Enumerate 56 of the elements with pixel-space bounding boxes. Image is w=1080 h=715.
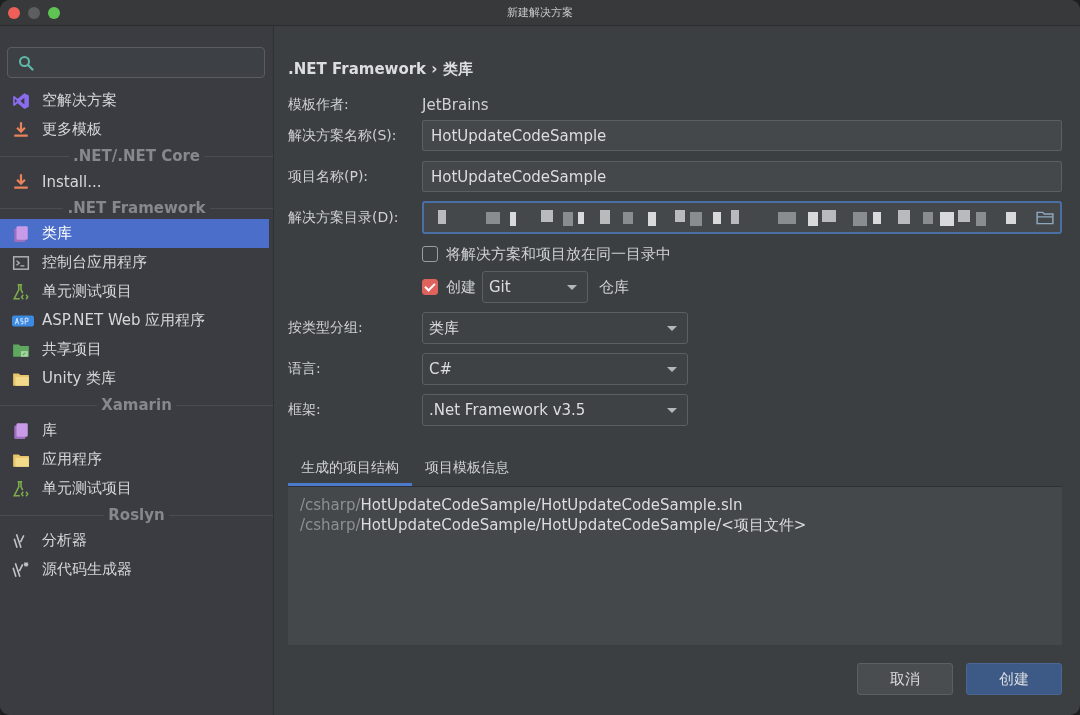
download-icon <box>12 120 30 139</box>
breadcrumb: .NET Framework › 类库 <box>288 60 474 80</box>
sidebar-item[interactable]: 库 <box>0 416 269 445</box>
sidebar-item[interactable]: 空解决方案 <box>0 86 269 115</box>
terminal-icon <box>12 253 30 272</box>
field-label: 项目名称(P): <box>288 167 370 186</box>
vs-logo-icon <box>12 91 30 110</box>
lambda-sparkle-icon <box>12 560 30 579</box>
author-value: JetBrains <box>422 96 489 114</box>
path-line: /csharp/HotUpdateCodeSample/HotUpdateCodeSample.sln <box>300 495 744 515</box>
checkbox[interactable] <box>422 279 438 295</box>
path-line: /csharp/HotUpdateCodeSample/HotUpdateCodeSample/<项目文件> <box>300 515 808 535</box>
flask-icon <box>12 479 30 498</box>
section-header: Roslyn <box>104 505 169 524</box>
flask-icon <box>12 282 30 301</box>
checkbox-label: 创建 <box>446 277 476 297</box>
book-icon <box>12 224 30 243</box>
field-label: 按类型分组: <box>288 319 364 337</box>
sidebar-item[interactable]: 共享项目 <box>0 335 269 364</box>
sidebar-item[interactable]: Install... <box>0 167 269 196</box>
sidebar-item[interactable]: 更多模板 <box>0 115 269 144</box>
field-label: 模板作者: <box>288 96 350 114</box>
checkbox[interactable] <box>422 246 438 262</box>
search-icon <box>18 54 34 71</box>
sidebar-item[interactable]: Unity 类库 <box>0 364 269 393</box>
vcs-dropdown[interactable]: Git <box>482 271 588 303</box>
create-button[interactable]: 创建 <box>966 663 1062 695</box>
field-label: 解决方案目录(D): <box>288 208 400 227</box>
sidebar-item[interactable]: ASP.NET Web 应用程序 <box>0 306 269 335</box>
field-label: 解决方案名称(S): <box>288 126 398 145</box>
section-header: .NET/.NET Core <box>68 146 204 165</box>
directory-field[interactable] <box>422 201 1062 234</box>
field-label: 框架: <box>288 401 322 419</box>
checkbox-label: 将解决方案和项目放在同一目录中 <box>446 244 671 264</box>
tab[interactable]: 项目模板信息 <box>412 453 522 486</box>
sidebar-item[interactable]: 单元测试项目 <box>0 474 269 503</box>
cancel-button[interactable]: 取消 <box>857 663 953 695</box>
repository-label: 仓库 <box>599 277 629 297</box>
project-name-field[interactable]: HotUpdateCodeSample <box>422 161 1062 192</box>
group-dropdown[interactable]: 类库 <box>422 312 688 344</box>
sidebar-item[interactable]: 控制台应用程序 <box>0 248 269 277</box>
language-dropdown[interactable]: C# <box>422 353 688 385</box>
solution-name-field[interactable]: HotUpdateCodeSample <box>422 120 1062 151</box>
sidebar-item[interactable]: 分析器 <box>0 526 269 555</box>
field-label: 语言: <box>288 360 322 378</box>
search-field[interactable] <box>7 47 265 78</box>
close-button[interactable] <box>8 6 20 19</box>
window-title: 新建解决方案 <box>507 5 573 20</box>
book-icon <box>12 421 30 440</box>
sidebar-item[interactable]: 应用程序 <box>0 445 269 474</box>
framework-dropdown[interactable]: .Net Framework v3.5 <box>422 394 688 426</box>
sidebar-item[interactable]: 单元测试项目 <box>0 277 269 306</box>
download-icon <box>12 172 30 191</box>
zoom-button[interactable] <box>48 6 60 19</box>
sidebar-item[interactable]: 类库 <box>0 219 269 248</box>
sidebar-item[interactable]: 源代码生成器 <box>0 555 269 584</box>
